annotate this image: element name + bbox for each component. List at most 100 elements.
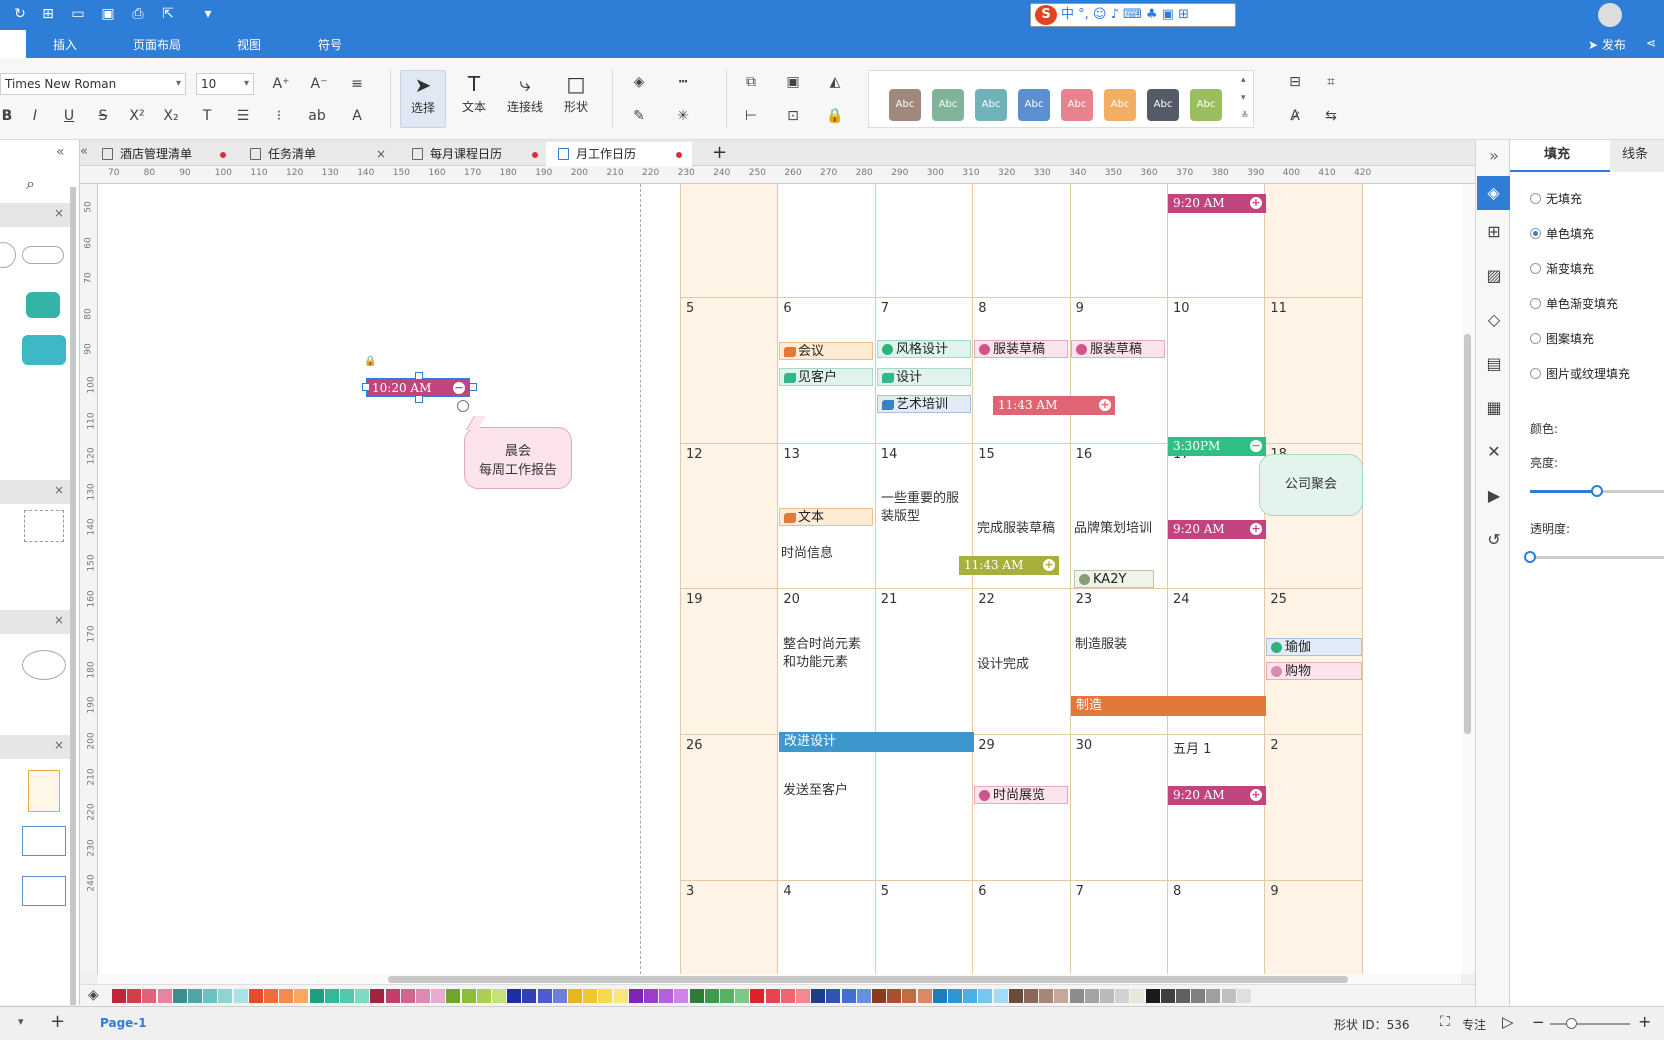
flip-icon[interactable]: ◭ xyxy=(824,72,846,92)
add-page-icon[interactable]: + xyxy=(50,1011,65,1032)
palette-color[interactable] xyxy=(1039,989,1054,1003)
palette-color[interactable] xyxy=(1115,989,1130,1003)
calendar-event[interactable]: 时尚信息 xyxy=(781,545,871,563)
palette-color[interactable] xyxy=(765,989,780,1003)
palette-color[interactable] xyxy=(385,989,400,1003)
day-cell[interactable]: 26 xyxy=(681,735,779,881)
add-tab-icon[interactable]: + xyxy=(712,142,727,163)
bold-icon[interactable]: B xyxy=(0,106,18,126)
time-pill[interactable]: 9:20 AM + xyxy=(1168,786,1266,805)
customize-quick-access-icon[interactable]: ▾ xyxy=(200,6,216,22)
text-format-icon[interactable]: T xyxy=(196,106,218,126)
palette-color[interactable] xyxy=(492,989,506,1003)
palette-color[interactable] xyxy=(431,989,446,1003)
close-icon[interactable]: × xyxy=(54,613,64,627)
palette-color[interactable] xyxy=(1024,989,1038,1003)
palette-color[interactable] xyxy=(127,989,142,1003)
calendar-event[interactable]: 完成服装草稿 xyxy=(977,520,1073,538)
save-icon[interactable]: ▣ xyxy=(100,6,116,22)
menu-symbol[interactable]: 符号 xyxy=(318,36,342,53)
tab-fill[interactable]: 填充 xyxy=(1510,140,1610,172)
layers-icon[interactable]: ◇ xyxy=(1484,310,1504,330)
grid-icon[interactable]: ⊞ xyxy=(1484,222,1504,242)
bullets-icon[interactable]: ⁝ xyxy=(268,106,290,126)
palette-color[interactable] xyxy=(1069,989,1084,1003)
connector-tool[interactable]: ⤷ 连接线 xyxy=(502,70,548,128)
style-swatch[interactable]: Abc xyxy=(1061,89,1093,121)
calendar-event[interactable]: 设计完成 xyxy=(977,656,1073,674)
calendar-event[interactable]: 服装草稿 xyxy=(974,340,1068,358)
day-cell[interactable]: 三月 29 xyxy=(681,184,779,298)
vertical-scrollbar[interactable] xyxy=(1461,184,1475,974)
scroll-up-icon[interactable]: ▴ xyxy=(1241,75,1246,85)
minus-icon[interactable]: − xyxy=(1250,440,1262,452)
calendar-event[interactable]: 见客户 xyxy=(779,368,873,386)
resize-handle[interactable] xyxy=(415,395,423,403)
palette-color[interactable] xyxy=(613,989,628,1003)
palette-color[interactable] xyxy=(735,989,750,1003)
select-tool[interactable]: ➤ 选择 xyxy=(400,70,446,128)
calendar-event[interactable]: 制造服装 xyxy=(1075,636,1127,654)
palette-color[interactable] xyxy=(416,989,430,1003)
palette-color[interactable] xyxy=(1236,989,1251,1003)
page-setup-icon[interactable]: ⊟ xyxy=(1284,72,1306,92)
palette-color[interactable] xyxy=(1084,989,1099,1003)
palette-color[interactable] xyxy=(142,989,157,1003)
line-style-icon[interactable]: ┅ xyxy=(672,72,694,92)
palette-color[interactable] xyxy=(644,989,658,1003)
day-cell[interactable]: 31 xyxy=(875,184,974,298)
calendar-event[interactable]: 整合时尚元素和功能元素 xyxy=(783,636,873,672)
history-icon[interactable]: ↺ xyxy=(1484,530,1504,550)
play-icon[interactable]: ▷ xyxy=(1502,1013,1514,1031)
arrange-icon[interactable]: ⧉ xyxy=(740,72,762,92)
presentation-icon[interactable]: ▶ xyxy=(1484,486,1504,506)
resize-handle[interactable] xyxy=(362,383,370,391)
lock-icon[interactable]: 🔒 xyxy=(824,106,846,126)
table-template-shape[interactable] xyxy=(22,876,66,906)
day-cell[interactable]: 4 xyxy=(778,881,876,974)
calendar-event[interactable]: 会议 xyxy=(779,342,873,360)
group-icon[interactable]: ▣ xyxy=(782,72,804,92)
brightness-slider-track[interactable] xyxy=(1530,485,1664,497)
rounded-rect-shape[interactable] xyxy=(22,246,64,264)
speech-bubble-shape[interactable] xyxy=(22,335,66,365)
transparency-slider-knob[interactable] xyxy=(1524,551,1536,563)
zoom-knob[interactable] xyxy=(1566,1018,1577,1029)
day-cell[interactable]: 30 xyxy=(778,184,876,298)
option-gradient-fill[interactable]: 渐变填充 xyxy=(1530,260,1594,277)
drawing-canvas[interactable]: 🔒 10:20 AM− 晨会 每周工作报告 三月 293031四月 123456… xyxy=(98,184,1461,974)
palette-color[interactable] xyxy=(279,989,294,1003)
calendar-event[interactable]: 文本 xyxy=(779,508,873,526)
text-case-icon[interactable]: A xyxy=(346,106,368,126)
page-icon[interactable]: ▤ xyxy=(1484,354,1504,374)
palette-color[interactable] xyxy=(963,989,978,1003)
no-fill-icon[interactable]: ◈ xyxy=(88,987,99,1003)
option-no-fill[interactable]: 无填充 xyxy=(1530,190,1582,207)
palette-color[interactable] xyxy=(400,989,415,1003)
focus-mode-icon[interactable]: ⛶ xyxy=(1440,1014,1450,1030)
palette-color[interactable] xyxy=(1145,989,1160,1003)
palette-color[interactable] xyxy=(780,989,795,1003)
expand-panel-icon[interactable]: » xyxy=(1484,146,1504,166)
day-cell[interactable]: 4 xyxy=(1265,184,1363,298)
time-pill[interactable]: 3:30PM − xyxy=(1168,437,1266,456)
brightness-slider-knob[interactable] xyxy=(1591,485,1603,497)
day-cell[interactable]: 6 xyxy=(973,881,1071,974)
expand-styles-icon[interactable]: ≚ xyxy=(1241,111,1249,121)
palette-color[interactable] xyxy=(370,989,385,1003)
menu-active-tab[interactable] xyxy=(0,30,26,58)
collapse-panel-icon[interactable]: « xyxy=(56,144,65,160)
style-swatch[interactable]: Abc xyxy=(932,89,964,121)
text-tool[interactable]: T 文本 xyxy=(451,70,497,128)
style-swatch[interactable]: Abc xyxy=(1104,89,1136,121)
palette-color[interactable] xyxy=(112,989,126,1003)
crop-icon[interactable]: ⌗ xyxy=(1320,72,1342,92)
day-cell[interactable]: 五月 1 xyxy=(1168,735,1266,881)
day-cell[interactable]: 9 xyxy=(1070,297,1168,444)
day-cell[interactable]: 5 xyxy=(681,297,779,444)
palette-color[interactable] xyxy=(1160,989,1175,1003)
day-cell[interactable]: 27 xyxy=(778,735,876,881)
palette-color[interactable] xyxy=(568,989,582,1003)
time-pill[interactable]: 9:20 AM + xyxy=(1168,520,1266,539)
close-icon[interactable]: × xyxy=(54,206,64,220)
